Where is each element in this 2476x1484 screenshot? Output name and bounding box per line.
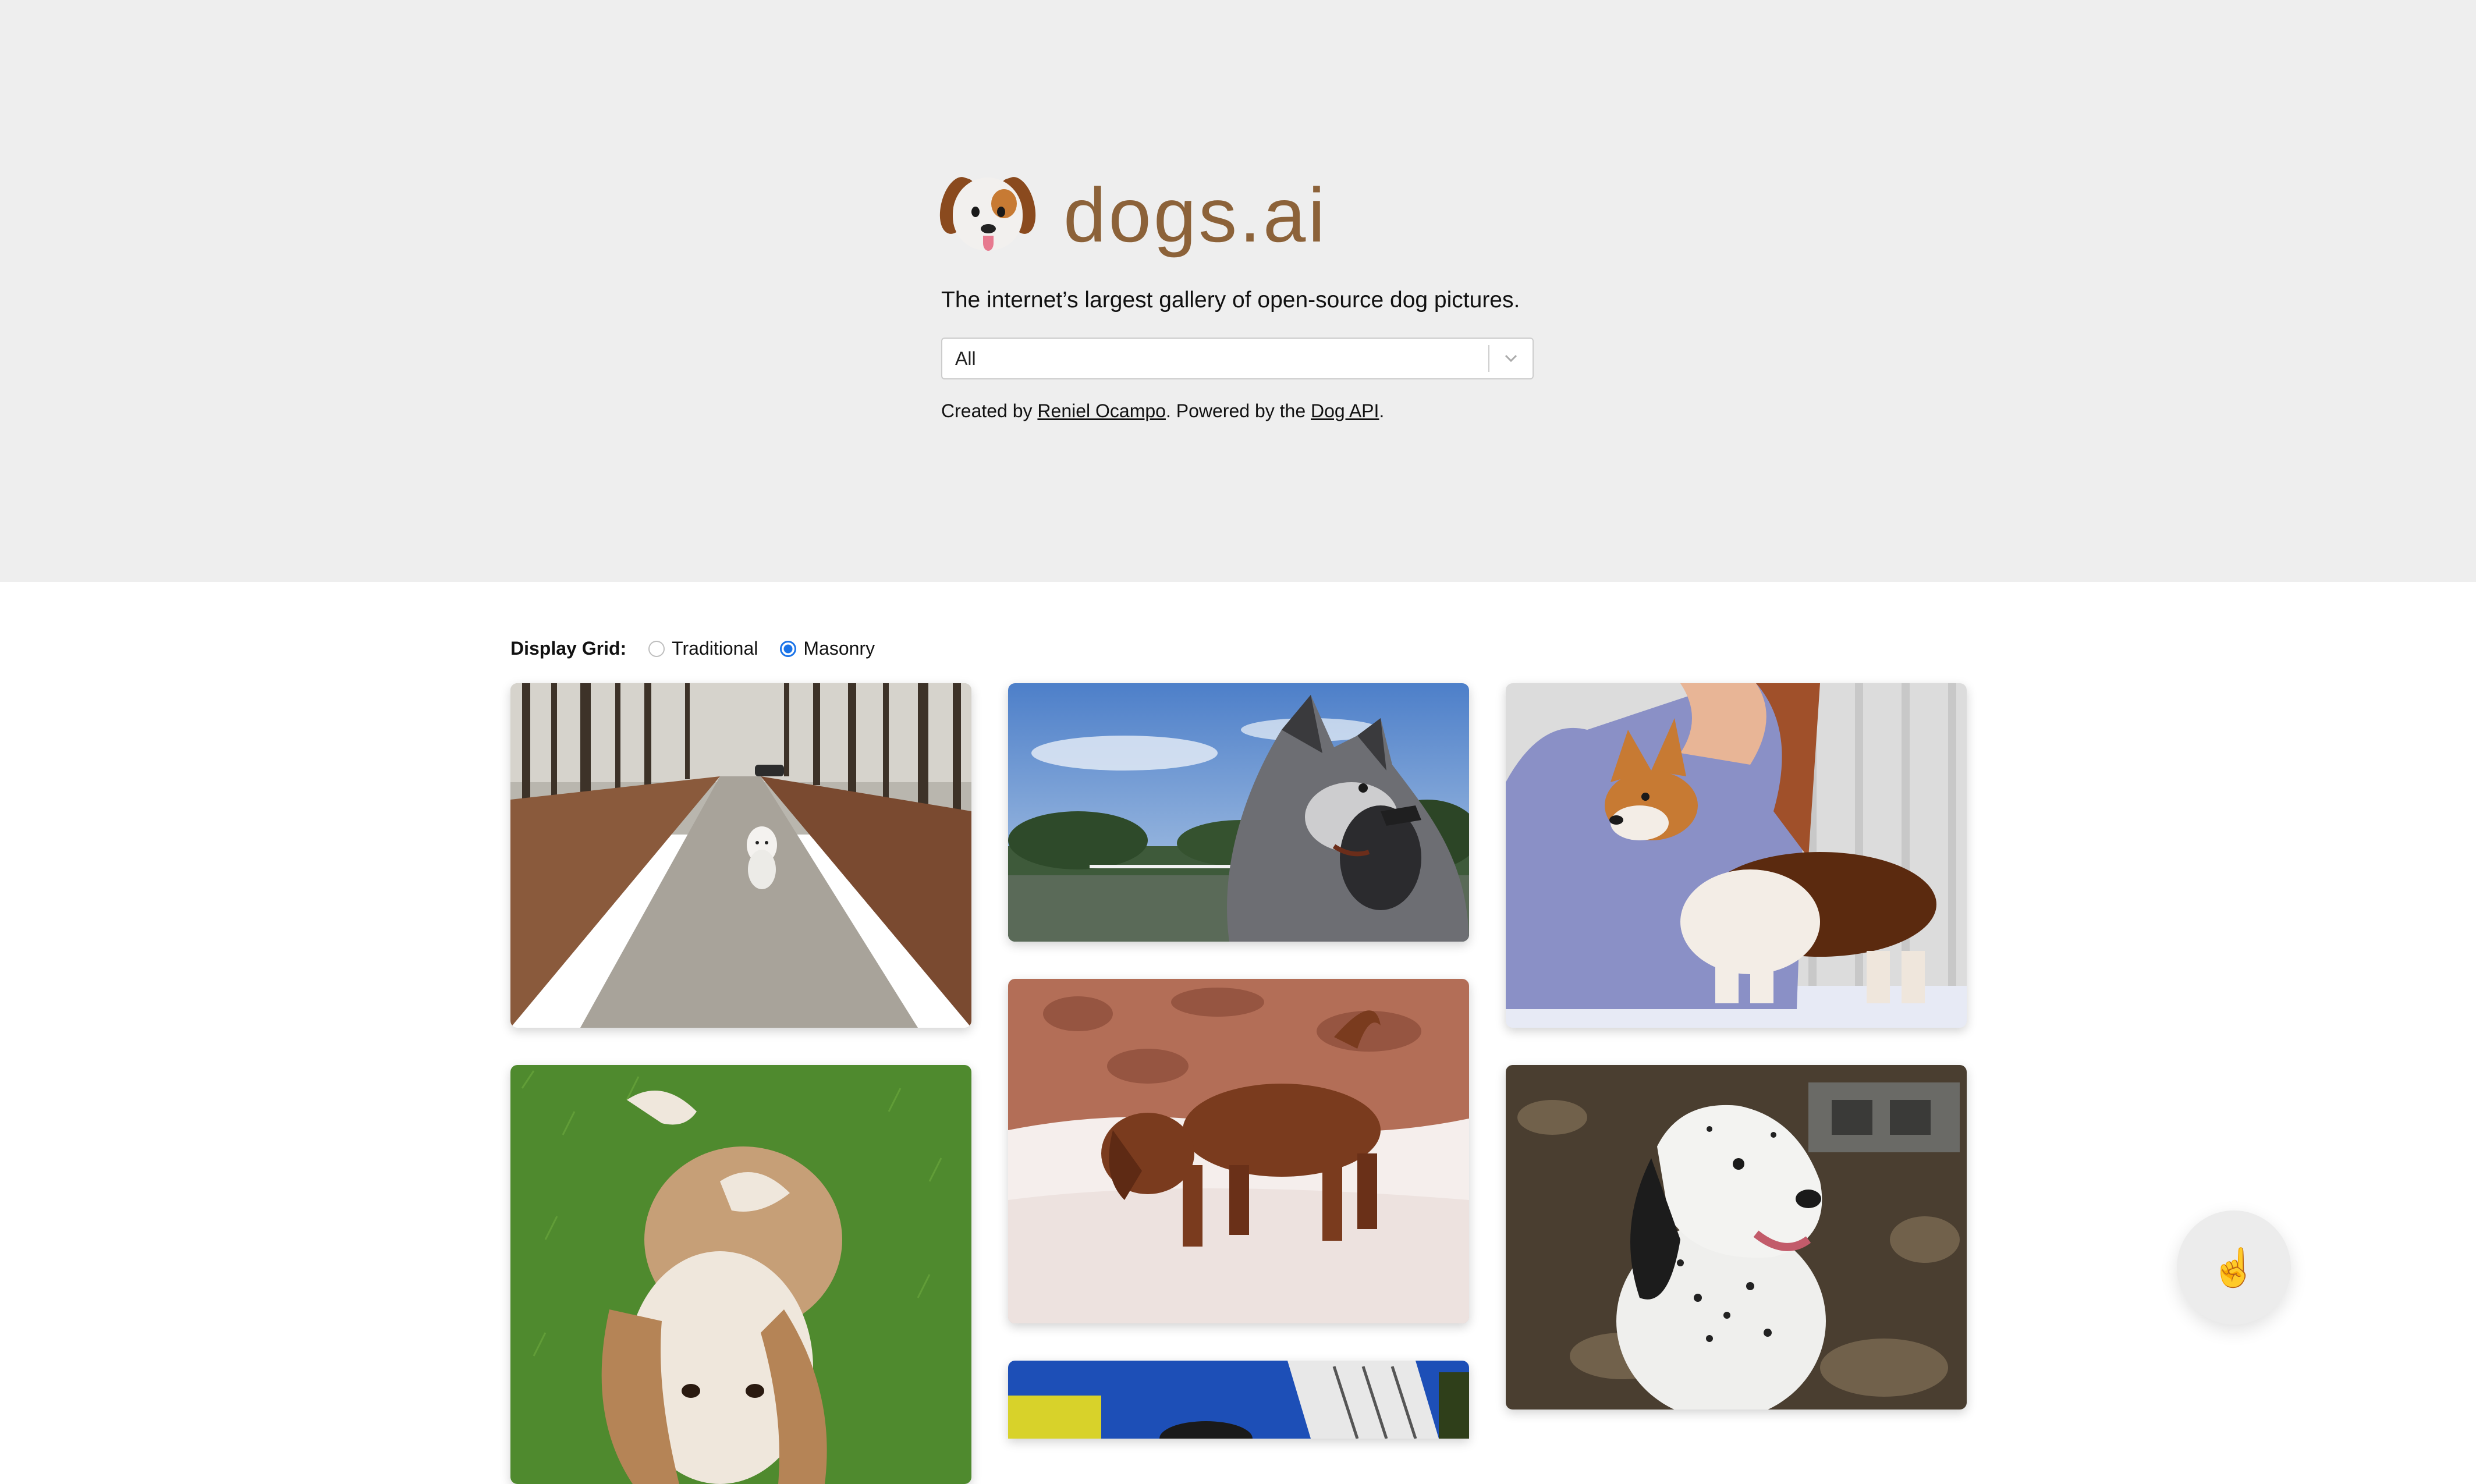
radio-traditional[interactable]: Traditional [648,638,758,659]
credits-suffix: . [1379,400,1385,421]
author-link[interactable]: Reniel Ocampo [1037,400,1166,421]
fab-button[interactable]: ☝️ [2177,1210,2291,1325]
site-title: dogs.ai [1063,172,1328,258]
display-grid-label: Display Grid: [510,638,627,659]
dog-api-link[interactable]: Dog API [1311,400,1379,421]
dog-photo-image [1506,683,1967,1028]
dog-photo[interactable] [510,683,971,1028]
radio-traditional-input[interactable] [648,640,665,657]
dog-photo-image [510,683,971,1028]
pointing-up-hand-icon: ☝️ [2211,1246,2257,1288]
hero-section: dogs.ai The internet’s largest gallery o… [0,0,2476,582]
radio-traditional-label: Traditional [672,638,758,659]
dog-photo-image [1008,979,1469,1323]
dog-photo[interactable] [1008,979,1469,1323]
credits: Created by Reniel Ocampo. Powered by the… [941,400,1535,422]
dog-photo-image [1008,683,1469,942]
radio-masonry-label: Masonry [803,638,875,659]
radio-masonry-input[interactable] [780,640,797,657]
brand: dogs.ai [932,169,1535,262]
dog-photo[interactable] [510,1065,971,1484]
dog-photo-image [1008,1361,1469,1439]
dog-photo[interactable] [1506,683,1967,1028]
radio-masonry[interactable]: Masonry [780,638,875,659]
dog-photo[interactable] [1008,1361,1469,1439]
credits-middle: . Powered by the [1165,400,1311,421]
tagline: The internet’s largest gallery of open-s… [941,287,1520,313]
chevron-down-icon[interactable] [1489,338,1533,379]
credits-prefix: Created by [941,400,1038,421]
dog-photo-image [1506,1065,1967,1410]
breed-select[interactable]: All [941,338,1534,379]
dog-photo[interactable] [1506,1065,1967,1410]
dog-face-icon [932,169,1043,262]
display-grid-controls: Display Grid: Traditional Masonry [510,638,897,659]
dog-photo[interactable] [1008,683,1469,942]
dog-photo-image [510,1065,971,1484]
hero-content: dogs.ai The internet’s largest gallery o… [932,169,1535,422]
breed-select-value: All [955,347,976,369]
